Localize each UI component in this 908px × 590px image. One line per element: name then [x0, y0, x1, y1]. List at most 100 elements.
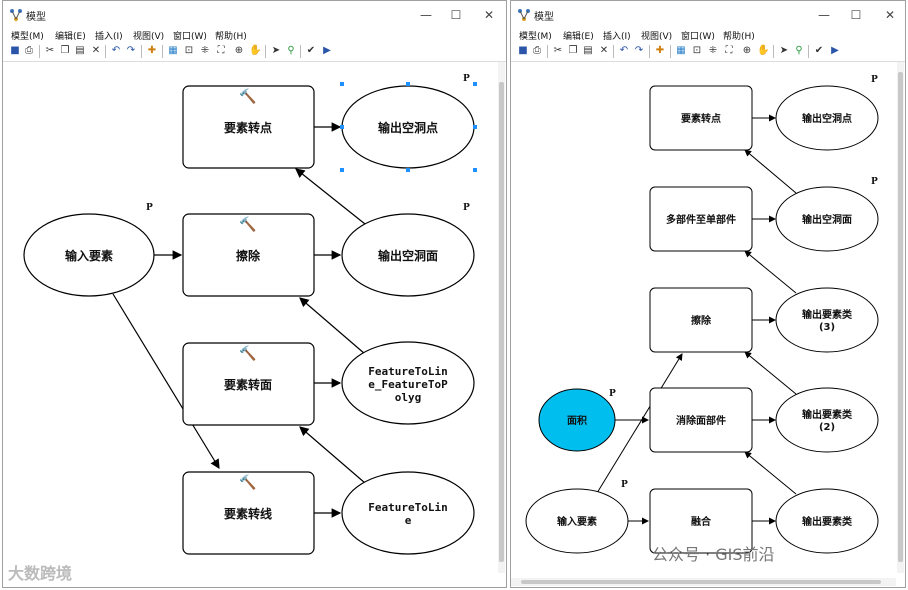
tool-eliminate-polygon-part-node[interactable]: 消除面部件	[649, 387, 753, 453]
input-features-node[interactable]: 输入要素	[23, 213, 155, 297]
fixed-zoom-out-icon[interactable]: ⛶	[723, 45, 735, 57]
pan-icon[interactable]: ✋	[249, 45, 261, 57]
node-label: 面积	[567, 414, 587, 427]
output-featuretoline-featuretopolygon-node[interactable]: FeatureToLin e_FeatureToP olyg	[341, 341, 475, 425]
tool-multipart-to-singlepart-node[interactable]: 多部件至单部件	[649, 186, 753, 252]
select-icon[interactable]: ➤	[778, 45, 790, 57]
paste-icon[interactable]: ▤	[582, 45, 594, 57]
menu-window[interactable]: 窗口(W)	[681, 29, 715, 42]
scrollbar-thumb[interactable]	[521, 580, 881, 584]
title-bar[interactable]: 模型 — ☐ ✕	[3, 1, 506, 29]
menu-edit[interactable]: 编辑(E)	[55, 29, 86, 42]
vertical-scrollbar[interactable]	[897, 62, 904, 573]
parameter-marker: P	[871, 75, 878, 85]
tool-feature-to-line-node[interactable]: 🔨 要素转线	[182, 471, 315, 555]
horizontal-scrollbar[interactable]	[511, 578, 896, 586]
fixed-zoom-out-icon[interactable]: ⛶	[215, 45, 227, 57]
paste-icon[interactable]: ▤	[74, 45, 86, 57]
add-data-icon[interactable]: ✚	[146, 45, 158, 57]
pan-icon[interactable]: ✋	[757, 45, 769, 57]
menu-insert[interactable]: 插入(I)	[95, 29, 123, 42]
output-feature-class-node[interactable]: 输出要素类	[775, 488, 879, 554]
print-icon[interactable]: ⎙	[531, 45, 543, 57]
vertical-scrollbar[interactable]	[498, 62, 505, 573]
area-parameter-node[interactable]: 面积	[538, 388, 616, 452]
cut-icon[interactable]: ✂	[44, 45, 56, 57]
model-canvas[interactable]: 要素转点 多部件至单部件 擦除 消除面部件 融合 输出空洞点 P 输出空洞面 P…	[511, 61, 905, 587]
output-hole-points-node[interactable]: 输出空洞点	[775, 85, 879, 151]
tool-feature-to-point-node[interactable]: 要素转点	[649, 85, 753, 151]
add-data-icon[interactable]: ✚	[654, 45, 666, 57]
validate-icon[interactable]: ✔	[305, 45, 317, 57]
node-label: 输出空洞点	[378, 120, 438, 135]
scrollbar-thumb[interactable]	[898, 72, 903, 562]
maximize-button[interactable]: ☐	[845, 6, 867, 24]
zoom-icon[interactable]: ⊕	[741, 45, 753, 57]
menu-insert[interactable]: 插入(I)	[603, 29, 631, 42]
connect-icon[interactable]: ⚲	[793, 45, 805, 57]
tool-feature-to-polygon-node[interactable]: 🔨 要素转面	[182, 342, 315, 426]
full-extent-icon[interactable]: ⊡	[691, 45, 703, 57]
menu-model[interactable]: 模型(M)	[11, 29, 44, 42]
output-feature-class-2-node[interactable]: 输出要素类 (2)	[775, 387, 879, 453]
menu-edit[interactable]: 编辑(E)	[563, 29, 594, 42]
connect-icon[interactable]: ⚲	[285, 45, 297, 57]
undo-icon[interactable]: ↶	[110, 45, 122, 57]
cut-icon[interactable]: ✂	[552, 45, 564, 57]
copy-icon[interactable]: ❐	[59, 45, 71, 57]
minimize-button[interactable]: —	[813, 6, 835, 24]
node-label: 擦除	[691, 314, 712, 327]
menu-help[interactable]: 帮助(H)	[723, 29, 755, 42]
print-icon[interactable]: ⎙	[23, 45, 35, 57]
scrollbar-thumb[interactable]	[499, 82, 504, 562]
redo-icon[interactable]: ↷	[633, 45, 645, 57]
select-icon[interactable]: ➤	[270, 45, 282, 57]
node-label: 擦除	[236, 248, 261, 263]
close-button[interactable]: ✕	[478, 6, 500, 24]
tool-erase-node[interactable]: 擦除	[649, 287, 753, 353]
output-feature-class-3-node[interactable]: 输出要素类 (3)	[775, 287, 879, 353]
toolbar: ■ ⎙ ✂ ❐ ▤ ✕ ↶ ↷ ✚ ▦ ⊡ ⁜ ⛶ ⊕ ✋ ➤ ⚲ ✔ ▶	[511, 43, 905, 61]
output-hole-points-node[interactable]: 输出空洞点	[340, 82, 477, 172]
undo-icon[interactable]: ↶	[618, 45, 630, 57]
minimize-button[interactable]: —	[415, 6, 437, 24]
window-title: 模型	[534, 12, 554, 23]
model-window-left: 模型 — ☐ ✕ 模型(M) 编辑(E) 插入(I) 视图(V) 窗口(W) 帮…	[2, 0, 507, 588]
delete-icon[interactable]: ✕	[90, 45, 102, 57]
output-hole-polygon-node[interactable]: 输出空洞面	[775, 186, 879, 252]
model-canvas[interactable]: 输入要素 P 🔨 要素转点 🔨 擦除 🔨 要素转面 🔨 要素转线 输出空洞点 P…	[3, 61, 506, 587]
delete-icon[interactable]: ✕	[598, 45, 610, 57]
close-button[interactable]: ✕	[879, 6, 901, 24]
auto-layout-icon[interactable]: ▦	[675, 45, 687, 57]
save-icon[interactable]: ■	[517, 45, 529, 57]
run-icon[interactable]: ▶	[829, 45, 841, 57]
menu-window[interactable]: 窗口(W)	[173, 29, 207, 42]
input-features-node[interactable]: 输入要素	[525, 488, 629, 554]
save-icon[interactable]: ■	[9, 45, 21, 57]
auto-layout-icon[interactable]: ▦	[167, 45, 179, 57]
menu-help[interactable]: 帮助(H)	[215, 29, 247, 42]
toolbar: ■ ⎙ ✂ ❐ ▤ ✕ ↶ ↷ ✚ ▦ ⊡ ⁜ ⛶ ⊕ ✋ ➤ ⚲ ✔ ▶	[3, 43, 506, 61]
copy-icon[interactable]: ❐	[567, 45, 579, 57]
fixed-zoom-in-icon[interactable]: ⁜	[707, 45, 719, 57]
redo-icon[interactable]: ↷	[125, 45, 137, 57]
menu-model[interactable]: 模型(M)	[519, 29, 552, 42]
watermark-left: 大数跨境	[8, 564, 73, 583]
zoom-icon[interactable]: ⊕	[233, 45, 245, 57]
run-icon[interactable]: ▶	[321, 45, 333, 57]
tool-erase-node[interactable]: 🔨 擦除	[182, 213, 315, 297]
output-hole-polygon-node[interactable]: 输出空洞面	[341, 213, 475, 297]
menu-view[interactable]: 视图(V)	[133, 29, 164, 42]
output-featuretoline-node[interactable]: FeatureToLin e	[341, 471, 475, 555]
maximize-button[interactable]: ☐	[445, 6, 467, 24]
fixed-zoom-in-icon[interactable]: ⁜	[199, 45, 211, 57]
full-extent-icon[interactable]: ⊡	[183, 45, 195, 57]
node-label: FeatureToLin	[368, 501, 447, 514]
node-label: olyg	[395, 391, 422, 404]
menu-bar: 模型(M) 编辑(E) 插入(I) 视图(V) 窗口(W) 帮助(H)	[3, 29, 506, 43]
validate-icon[interactable]: ✔	[813, 45, 825, 57]
tool-feature-to-point-node[interactable]: 🔨 要素转点	[182, 85, 315, 169]
toolbar-separator	[105, 45, 106, 58]
title-bar[interactable]: 模型 — ☐ ✕	[511, 1, 905, 29]
menu-view[interactable]: 视图(V)	[641, 29, 672, 42]
